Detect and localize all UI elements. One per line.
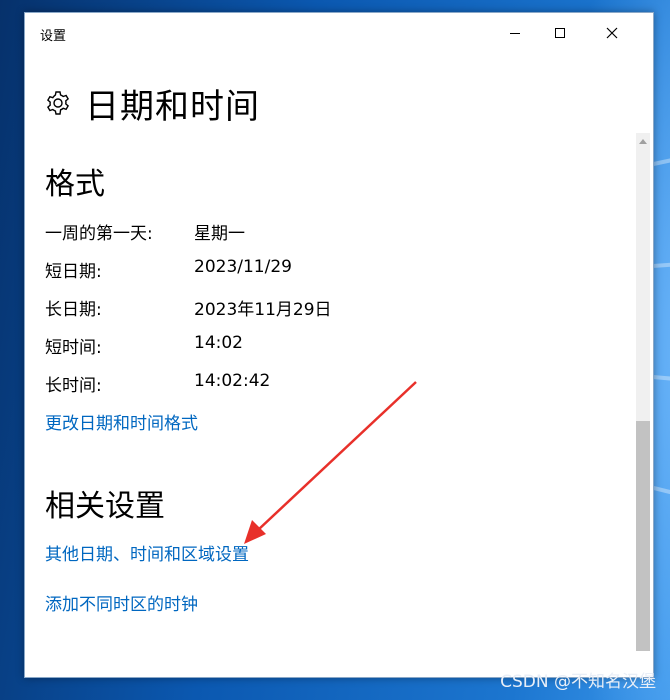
change-date-time-format-link[interactable]: 更改日期和时间格式	[45, 409, 198, 434]
window-title: 设置	[40, 29, 67, 44]
settings-window: 设置 日期和时间 格式 一周的第一天: 星期一 短日期: 2023/11/29	[24, 12, 654, 678]
row-value: 2023年11月29日	[194, 300, 332, 320]
minimize-button[interactable]	[492, 13, 538, 53]
scrollbar-up-arrow[interactable]	[636, 133, 650, 149]
watermark: CSDN @不知名汉堡	[500, 672, 656, 692]
close-icon	[606, 27, 618, 39]
row-value: 14:02	[194, 333, 243, 353]
page-title: 日期和时间	[85, 86, 260, 127]
maximize-button[interactable]	[537, 13, 583, 53]
row-label: 一周的第一天:	[45, 224, 153, 244]
minimize-icon	[510, 32, 520, 34]
close-button[interactable]	[589, 13, 635, 53]
title-bar[interactable]: 设置	[25, 13, 653, 53]
scroll-up-icon	[639, 139, 647, 144]
scrollbar-thumb[interactable]	[636, 421, 650, 651]
page-header: 日期和时间	[45, 79, 260, 127]
add-clocks-for-time-zones-link[interactable]: 添加不同时区的时钟	[45, 590, 198, 615]
row-value: 14:02:42	[194, 371, 271, 391]
maximize-icon	[555, 28, 565, 38]
row-value: 2023/11/29	[194, 257, 292, 277]
additional-date-time-region-settings-link[interactable]: 其他日期、时间和区域设置	[45, 540, 249, 565]
row-label: 长日期:	[45, 300, 102, 320]
row-label: 长时间:	[45, 376, 102, 396]
row-label: 短时间:	[45, 338, 102, 358]
gear-icon	[47, 91, 69, 115]
row-label: 短日期:	[45, 262, 102, 282]
row-value: 星期一	[194, 224, 245, 244]
related-settings-heading: 相关设置	[45, 489, 165, 524]
format-heading: 格式	[45, 167, 105, 202]
